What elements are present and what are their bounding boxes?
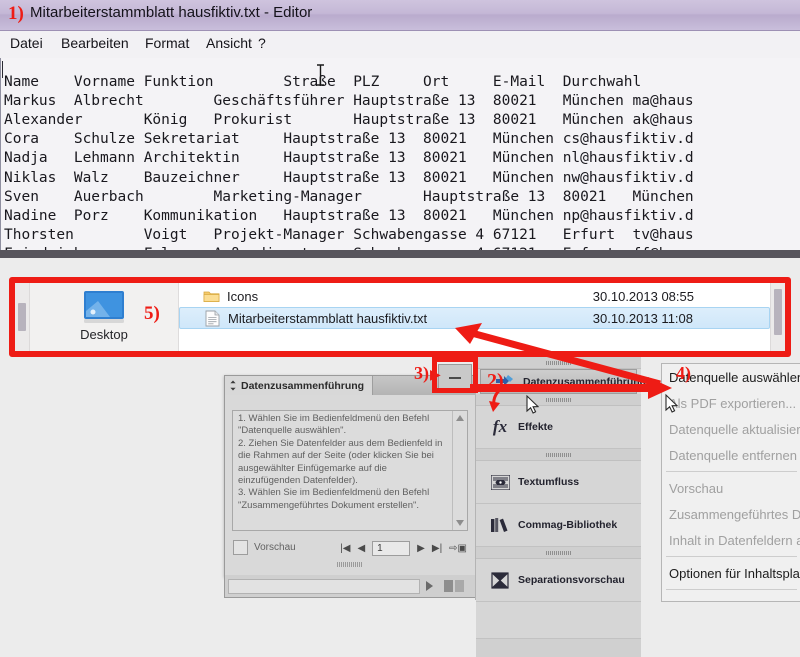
previous-record-icon[interactable]: ◀ xyxy=(357,543,365,554)
dock-item-textumfluss[interactable]: Textumfluss xyxy=(476,461,641,504)
dock-empty-area xyxy=(476,602,641,639)
goto-record-icon[interactable]: ⇨▣ xyxy=(449,543,467,554)
dock-grip-3[interactable] xyxy=(476,449,641,461)
notepad-menubar: Datei Bearbeiten Format Ansicht ? xyxy=(0,31,800,59)
menu-item-als-pdf-exportieren: Als PDF exportieren... xyxy=(669,395,797,411)
instructions-box: 1. Wählen Sie im Bedienfeldmenü den Befe… xyxy=(232,410,468,531)
list-item[interactable]: Mitarbeiterstammblatt hausfiktiv.txt 30.… xyxy=(179,307,770,329)
notepad-bottom-strip xyxy=(0,250,800,258)
last-record-icon[interactable]: ▶| xyxy=(432,543,442,554)
tab-datenzusammenfuehrung[interactable]: Datenzusammenführung xyxy=(225,376,374,395)
instructions-text: 1. Wählen Sie im Bedienfeldmenü den Befe… xyxy=(238,413,443,511)
dock-grip-2[interactable] xyxy=(476,394,641,406)
preview-checkbox[interactable] xyxy=(233,539,248,555)
annotation-marker-1: 1) xyxy=(8,3,24,24)
bottom-bar-square-1-icon[interactable] xyxy=(444,580,453,592)
menu-item-optionen-fuer-inhaltsplatzierung[interactable]: Optionen für Inhaltsplatzi xyxy=(662,560,800,586)
menu-ansicht[interactable]: Ansicht xyxy=(206,35,252,51)
notepad-window: 1) Mitarbeiterstammblatt hausfiktiv.txt … xyxy=(0,0,800,258)
file-name: Mitarbeiterstammblatt hausfiktiv.txt xyxy=(228,310,428,326)
list-item[interactable]: Icons 30.10.2013 08:55 xyxy=(179,285,770,307)
instructions-scrollbar[interactable] xyxy=(452,411,467,530)
bottom-bar-arrow-icon[interactable] xyxy=(426,581,433,591)
file-date: 30.10.2013 08:55 xyxy=(592,288,694,304)
dock-item-separationsvorschau[interactable]: Separationsvorschau xyxy=(476,559,641,602)
panel-dock: Datenzusammenführung fx Effekte Textumfl… xyxy=(475,357,646,657)
menu-format[interactable]: Format xyxy=(145,35,189,51)
menu-item-zusammengefuehrtes-dokument: Zusammengeführtes Dokum xyxy=(669,506,800,522)
library-icon xyxy=(485,517,515,533)
annotation-redbox-collapse xyxy=(432,357,478,393)
data-merge-context-menu: Datenquelle auswählen... Als PDF exporti… xyxy=(661,363,800,602)
bottom-bar-field xyxy=(228,579,420,594)
data-merge-panel: Datenzusammenführung 1. Wählen Sie im Be… xyxy=(224,375,476,577)
annotation-marker-3: 3) xyxy=(414,363,429,383)
dock-item-commag-bibliothek[interactable]: Commag-Bibliothek xyxy=(476,504,641,547)
explorer-left-scrollbar[interactable] xyxy=(15,283,30,351)
dock-item-label: Separationsvorschau xyxy=(518,574,625,586)
indesign-area: Datenzusammenführung 1. Wählen Sie im Be… xyxy=(0,357,800,657)
annotation-marker-5: 5) xyxy=(144,303,160,324)
file-name: Icons xyxy=(227,288,259,304)
explorer-window: Desktop Icons 30.10.2013 08:55 Mitarbeit… xyxy=(9,277,791,357)
dock-grip-4[interactable] xyxy=(476,547,641,559)
folder-icon xyxy=(199,289,223,303)
separation-preview-icon xyxy=(485,571,515,589)
scroll-up-icon[interactable] xyxy=(456,415,464,421)
panel-bottom-bar xyxy=(224,575,476,598)
dock-item-label: Textumfluss xyxy=(518,476,580,488)
text-wrap-icon xyxy=(485,474,515,490)
annotation-marker-2: 2) xyxy=(487,370,504,392)
dock-item-label: Effekte xyxy=(518,421,554,433)
menu-datei[interactable]: Datei xyxy=(10,35,43,51)
dock-grip-1[interactable] xyxy=(476,357,641,369)
scroll-down-icon[interactable] xyxy=(456,520,464,526)
notepad-title: Mitarbeiterstammblatt hausfiktiv.txt - E… xyxy=(30,4,313,21)
tab-label: Datenzusammenführung xyxy=(241,379,365,392)
fx-icon: fx xyxy=(492,417,508,436)
menu-separator xyxy=(666,471,797,472)
text-caret xyxy=(2,61,3,78)
dock-footer xyxy=(476,639,641,657)
nav-label-desktop: Desktop xyxy=(80,327,128,342)
menu-separator xyxy=(666,589,797,590)
annotation-marker-4: 4) xyxy=(676,363,691,383)
menu-hilfe[interactable]: ? xyxy=(258,35,266,51)
dock-item-label: Datenzusammenführung xyxy=(523,375,647,388)
menu-item-datenquelle-entfernen: Datenquelle entfernen xyxy=(669,447,797,463)
bottom-bar-square-2-icon[interactable] xyxy=(455,580,464,592)
menu-item-vorschau: Vorschau xyxy=(669,480,724,496)
notepad-text-content: Name Vorname Funktion Straße PLZ Ort E-M… xyxy=(4,73,694,251)
next-record-icon[interactable]: ▶ xyxy=(417,543,425,554)
explorer-content: Desktop Icons 30.10.2013 08:55 Mitarbeit… xyxy=(15,283,785,351)
record-number-input[interactable]: 1 xyxy=(372,541,411,556)
preview-label: Vorschau xyxy=(254,541,296,553)
first-record-icon[interactable]: |◀ xyxy=(340,543,350,554)
menu-separator xyxy=(666,556,797,557)
notepad-titlebar[interactable]: 1) Mitarbeiterstammblatt hausfiktiv.txt … xyxy=(0,0,800,31)
file-date: 30.10.2013 11:08 xyxy=(592,310,693,326)
window-gap xyxy=(0,258,800,276)
explorer-file-list: Icons 30.10.2013 08:55 Mitarbeiterstammb… xyxy=(179,283,770,351)
dock-item-label: Commag-Bibliothek xyxy=(518,519,618,531)
record-navigation: |◀ ◀ 1 ▶ ▶| ⇨▣ xyxy=(340,541,467,556)
desktop-icon xyxy=(84,291,124,323)
text-file-icon xyxy=(200,310,224,327)
panel-resize-grip[interactable] xyxy=(337,562,363,567)
panel-body: 1. Wählen Sie im Bedienfeldmenü den Befe… xyxy=(225,395,475,576)
ibeam-cursor-icon xyxy=(317,64,324,86)
explorer-right-scrollbar[interactable] xyxy=(770,283,785,351)
collapse-toggle-icon xyxy=(230,380,236,391)
menu-item-inhalt-in-datenfeldern: Inhalt in Datenfeldern akt xyxy=(669,532,800,548)
notepad-text-area[interactable]: Name Vorname Funktion Straße PLZ Ort E-M… xyxy=(0,58,800,250)
dock-item-effekte[interactable]: fx Effekte xyxy=(476,406,641,449)
menu-bearbeiten[interactable]: Bearbeiten xyxy=(61,35,129,51)
menu-item-datenquelle-aktualisieren: Datenquelle aktualisieren xyxy=(669,421,800,437)
